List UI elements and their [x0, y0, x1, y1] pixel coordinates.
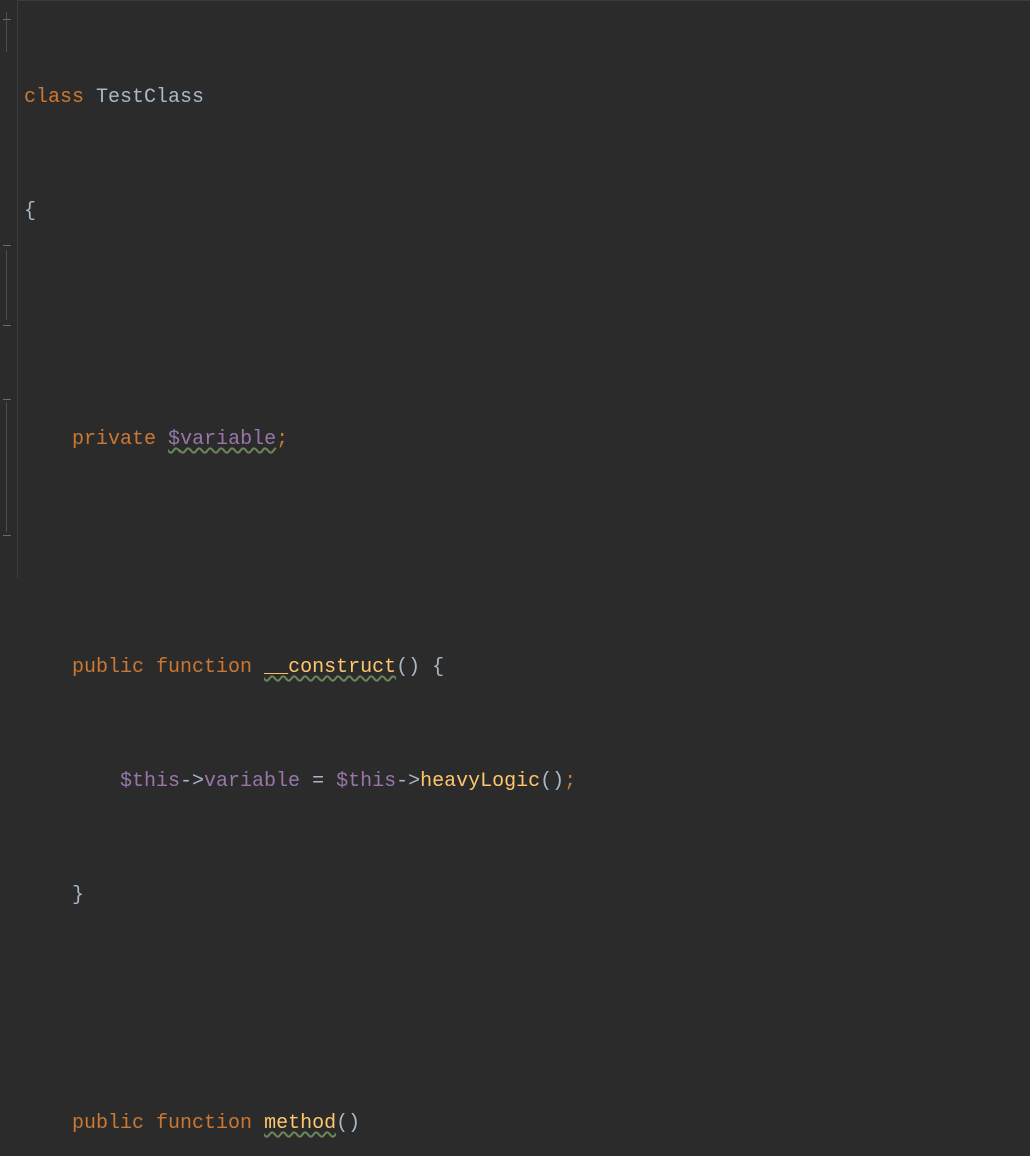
code-area[interactable]: class TestClass { private $variable; pub…	[18, 0, 1030, 578]
semicolon: ;	[564, 770, 576, 793]
brace-open: {	[432, 656, 444, 679]
gutter	[0, 0, 18, 578]
keyword-function: function	[156, 656, 252, 679]
code-line[interactable]: }	[24, 877, 1030, 915]
property-variable: variable	[204, 770, 300, 793]
class-name: TestClass	[96, 86, 204, 109]
code-line[interactable]	[24, 535, 1030, 573]
assign-operator: =	[300, 770, 336, 793]
arrow-operator: ->	[396, 770, 420, 793]
fold-marker-icon[interactable]	[1, 240, 13, 250]
code-line[interactable]	[24, 307, 1030, 345]
fold-marker-icon[interactable]	[1, 530, 13, 540]
keyword-public: public	[72, 656, 144, 679]
keyword-private: private	[72, 428, 156, 451]
parens: ()	[540, 770, 564, 793]
keyword-class: class	[24, 86, 84, 109]
parens: ()	[336, 1112, 360, 1135]
brace-close: }	[72, 884, 84, 907]
code-line[interactable]: $this->variable = $this->heavyLogic();	[24, 763, 1030, 801]
arrow-operator: ->	[180, 770, 204, 793]
this-keyword: $this	[336, 770, 396, 793]
parens: ()	[396, 656, 420, 679]
fold-marker-icon[interactable]	[1, 320, 13, 330]
code-line[interactable]: private $variable;	[24, 421, 1030, 459]
code-line[interactable]: {	[24, 193, 1030, 231]
keyword-public: public	[72, 1112, 144, 1135]
fold-marker-icon[interactable]	[1, 14, 13, 24]
semicolon: ;	[276, 428, 288, 451]
keyword-function: function	[156, 1112, 252, 1135]
method-call-heavylogic: heavyLogic	[420, 770, 540, 793]
this-keyword: $this	[120, 770, 180, 793]
code-line[interactable]: public function method()	[24, 1105, 1030, 1143]
code-line[interactable]: public function __construct() {	[24, 649, 1030, 687]
function-name-construct: __construct	[264, 656, 396, 679]
code-line[interactable]: class TestClass	[24, 79, 1030, 117]
function-name-method: method	[264, 1112, 336, 1135]
fold-marker-icon[interactable]	[1, 394, 13, 404]
code-line[interactable]	[24, 991, 1030, 1029]
variable-declaration: $variable	[168, 428, 276, 451]
code-editor[interactable]: class TestClass { private $variable; pub…	[0, 0, 1030, 578]
brace-open: {	[24, 200, 36, 223]
